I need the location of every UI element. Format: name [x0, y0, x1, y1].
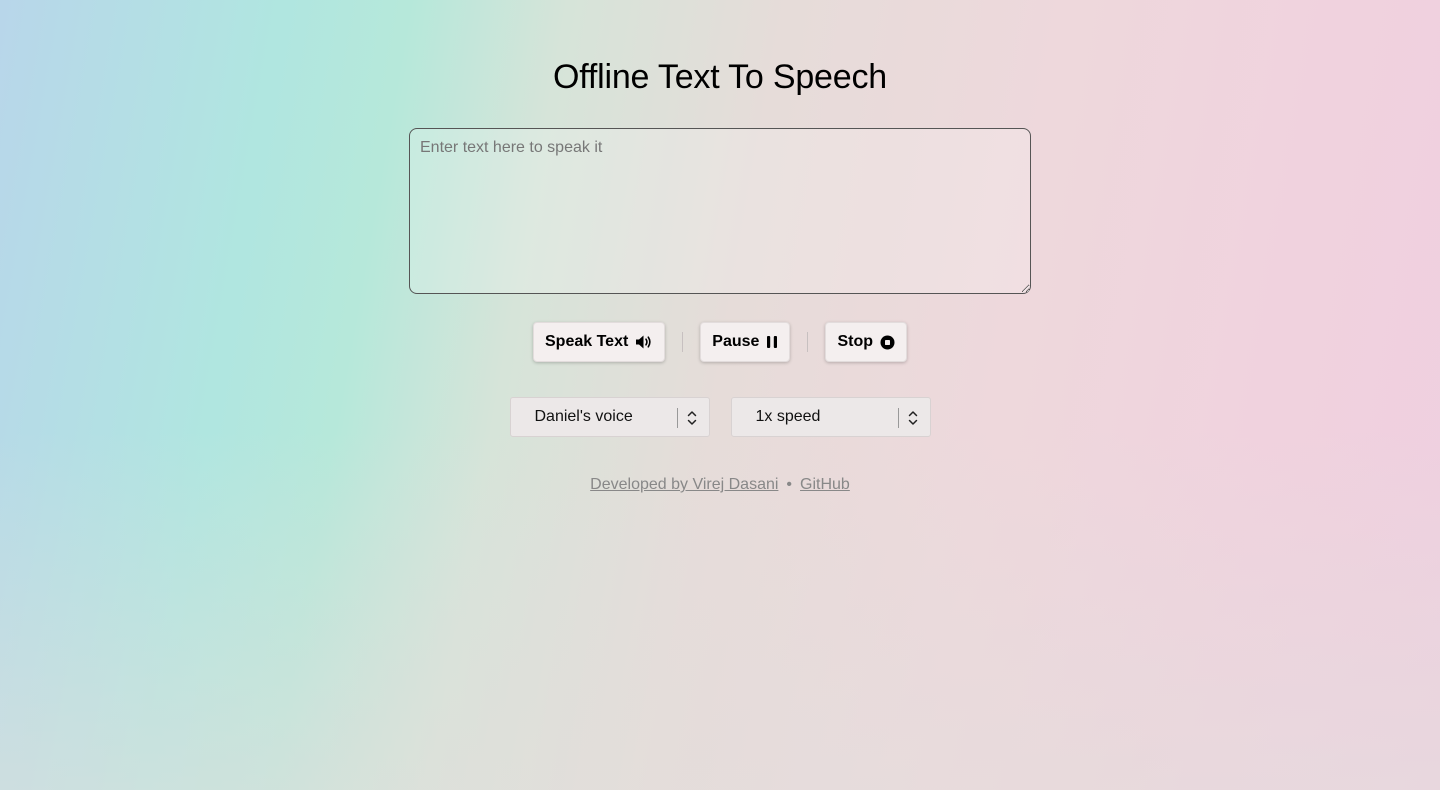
controls-divider — [682, 332, 684, 352]
speak-text-button[interactable]: Speak Text — [533, 322, 666, 362]
voice-select[interactable]: Daniel's voice — [509, 397, 710, 437]
speed-select-value: 1x speed — [755, 408, 821, 425]
stop-label: Stop — [837, 333, 873, 350]
pause-icon — [766, 335, 778, 349]
chevron-up-down-icon — [687, 410, 697, 431]
stop-button[interactable]: Stop — [825, 322, 907, 362]
text-input[interactable] — [409, 128, 1031, 294]
chevron-up-down-icon — [908, 410, 918, 431]
pause-label: Pause — [712, 333, 760, 350]
speaker-icon — [635, 334, 653, 350]
github-link[interactable]: GitHub — [800, 476, 850, 493]
speed-select[interactable]: 1x speed — [730, 397, 931, 437]
playback-controls: Speak Text Pause Stop — [0, 322, 1440, 362]
controls-divider — [807, 332, 809, 352]
voice-select-value: Daniel's voice — [534, 408, 633, 425]
stop-icon — [880, 335, 895, 350]
select-divider — [897, 408, 899, 428]
footer-separator: • — [786, 476, 793, 493]
page-title: Offline Text To Speech — [553, 58, 887, 96]
developer-link[interactable]: Developed by Virej Dasani — [590, 476, 778, 493]
pause-button[interactable]: Pause — [700, 322, 791, 362]
speak-text-label: Speak Text — [545, 333, 629, 350]
settings-selects: Daniel's voice 1x speed — [0, 397, 1440, 437]
select-divider — [676, 408, 678, 428]
footer: Developed by Virej Dasani • GitHub — [0, 476, 1440, 494]
